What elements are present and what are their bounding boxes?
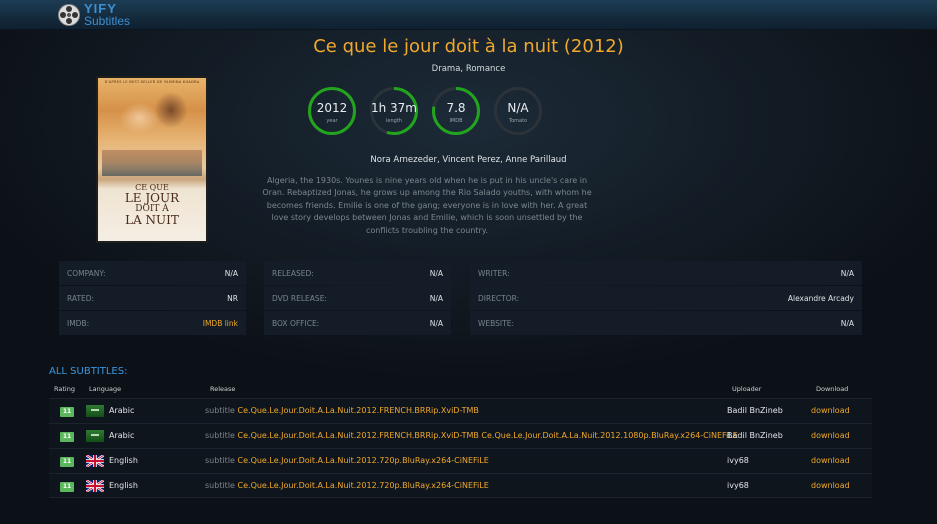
info-label: COMPANY:	[67, 268, 106, 278]
poster-title-line: LE JOUR	[124, 191, 180, 205]
column-header-uploader: Uploader	[732, 385, 762, 393]
subtitle-language: Arabic	[109, 406, 135, 415]
info-row-company: COMPANY: N/A	[59, 261, 246, 285]
column-header-download: Download	[816, 385, 849, 393]
movie-plot: Algeria, the 1930s. Younes is nine years…	[262, 176, 592, 235]
stat-label: year	[326, 118, 338, 124]
info-value: Alexandre Arcady	[787, 293, 854, 303]
subtitle-row[interactable]: 11 English subtitle Ce.Que.Le.Jour.Doit.…	[49, 448, 872, 473]
release-link[interactable]: Ce.Que.Le.Jour.Doit.A.La.Nuit.2012.720p.…	[238, 481, 489, 490]
column-header-language: Language	[89, 385, 122, 393]
release-link[interactable]: Ce.Que.Le.Jour.Doit.A.La.Nuit.2012.FRENC…	[238, 431, 738, 440]
uploader-name[interactable]: ivy68	[727, 456, 749, 465]
saudi-arabia-flag-icon	[86, 405, 104, 417]
subtitle-language: English	[109, 456, 138, 465]
info-label: RELEASED:	[272, 268, 314, 278]
info-label: WRITER:	[478, 268, 510, 278]
uploader-name[interactable]: Badil BnZineb	[727, 431, 783, 440]
stat-length: 1h 37m length	[369, 86, 419, 136]
stat-label: IMDB	[449, 118, 463, 124]
subtitles-table: 11 Arabic subtitle Ce.Que.Le.Jour.Doit.A…	[49, 398, 872, 498]
info-value: N/A	[429, 318, 443, 328]
stat-label: Tomato	[508, 118, 528, 124]
rating-badge: 11	[60, 482, 74, 492]
info-label: WEBSITE:	[478, 318, 514, 328]
site-header: YIFY Subtitles	[0, 0, 937, 30]
info-label: RATED:	[67, 293, 95, 303]
poster-artwork	[108, 88, 198, 143]
rating-badge: 11	[60, 432, 74, 442]
poster-tagline: D'APRÈS LE BEST-SELLER DE YASMINA KHADRA	[104, 80, 200, 84]
subtitle-language: Arabic	[109, 431, 135, 440]
column-header-release: Release	[210, 385, 236, 393]
all-subtitles-heading: ALL SUBTITLES:	[49, 366, 128, 377]
stat-label: length	[386, 118, 402, 124]
logo-subtitles-text: Subtitles	[84, 14, 131, 28]
info-value: N/A	[840, 318, 854, 328]
stat-value: 1h 37m	[370, 101, 417, 115]
info-label: DIRECTOR:	[478, 293, 520, 303]
poster-title-line: LA NUIT	[125, 213, 179, 227]
subtitle-row[interactable]: 11 Arabic subtitle Ce.Que.Le.Jour.Doit.A…	[49, 398, 872, 423]
download-link[interactable]: download	[811, 456, 850, 465]
info-column-1: COMPANY: N/A RATED: NR IMDB: IMDB link	[59, 261, 246, 336]
info-row-website: WEBSITE: N/A	[470, 311, 862, 335]
info-value: N/A	[429, 293, 443, 303]
info-value: N/A	[224, 268, 238, 278]
movie-stats: 2012 year 1h 37m length 7.8 IMDB N/A Tom…	[307, 86, 543, 136]
subtitle-row[interactable]: 11 Arabic subtitle Ce.Que.Le.Jour.Doit.A…	[49, 423, 872, 448]
stat-value: 7.8	[446, 101, 466, 115]
uploader-name[interactable]: ivy68	[727, 481, 749, 490]
info-row-imdb: IMDB: IMDB link	[59, 311, 246, 335]
info-value: N/A	[429, 268, 443, 278]
uk-flag-icon	[86, 480, 104, 492]
info-row-rated: RATED: NR	[59, 286, 246, 310]
download-link[interactable]: download	[811, 431, 850, 440]
info-column-2: RELEASED: N/A DVD RELEASE: N/A BOX OFFIC…	[264, 261, 451, 336]
info-row-box-office: BOX OFFICE: N/A	[264, 311, 451, 335]
uploader-name[interactable]: Badil BnZineb	[727, 406, 783, 415]
info-row-dvd-release: DVD RELEASE: N/A	[264, 286, 451, 310]
info-row-director: DIRECTOR: Alexandre Arcady	[470, 286, 862, 310]
poster-title: CE QUE LE JOUR DOIT À LA NUIT	[98, 182, 206, 226]
release-link[interactable]: Ce.Que.Le.Jour.Doit.A.La.Nuit.2012.FRENC…	[238, 406, 479, 415]
info-label: BOX OFFICE:	[272, 318, 320, 328]
info-row-released: RELEASED: N/A	[264, 261, 451, 285]
uk-flag-icon	[86, 455, 104, 467]
release-link[interactable]: Ce.Que.Le.Jour.Doit.A.La.Nuit.2012.720p.…	[238, 456, 489, 465]
download-link[interactable]: download	[811, 481, 850, 490]
column-header-rating: Rating	[54, 385, 75, 393]
subtitle-prefix: subtitle	[205, 406, 235, 415]
stat-tomato: N/A Tomato	[493, 86, 543, 136]
subtitle-language: English	[109, 481, 138, 490]
stat-value: 2012	[316, 101, 348, 115]
site-logo[interactable]: YIFY Subtitles	[58, 2, 130, 28]
movie-cast: Nora Arnezeder, Vincent Perez, Anne Pari…	[370, 155, 567, 165]
logo-yify-text: YIFY	[84, 1, 117, 16]
imdb-link[interactable]: IMDB link	[203, 319, 238, 328]
subtitle-prefix: subtitle	[205, 456, 235, 465]
stat-value: N/A	[507, 101, 529, 115]
download-link[interactable]: download	[811, 406, 850, 415]
info-row-writer: WRITER: N/A	[470, 261, 862, 285]
stat-imdb: 7.8 IMDB	[431, 86, 481, 136]
info-label: DVD RELEASE:	[272, 293, 327, 303]
info-label: IMDB:	[67, 318, 90, 328]
info-column-3: WRITER: N/A DIRECTOR: Alexandre Arcady W…	[470, 261, 862, 336]
movie-title: Ce que le jour doit à la nuit (2012)	[313, 36, 624, 57]
film-reel-icon	[58, 4, 80, 26]
subtitle-prefix: subtitle	[205, 481, 235, 490]
movie-genres: Drama, Romance	[431, 64, 506, 74]
subtitle-row[interactable]: 11 English subtitle Ce.Que.Le.Jour.Doit.…	[49, 473, 872, 498]
stat-year: 2012 year	[307, 86, 357, 136]
rating-badge: 11	[60, 457, 74, 467]
info-value: N/A	[840, 268, 854, 278]
info-value: NR	[227, 293, 238, 303]
rating-badge: 11	[60, 407, 74, 417]
saudi-arabia-flag-icon	[86, 430, 104, 442]
subtitle-prefix: subtitle	[205, 431, 235, 440]
